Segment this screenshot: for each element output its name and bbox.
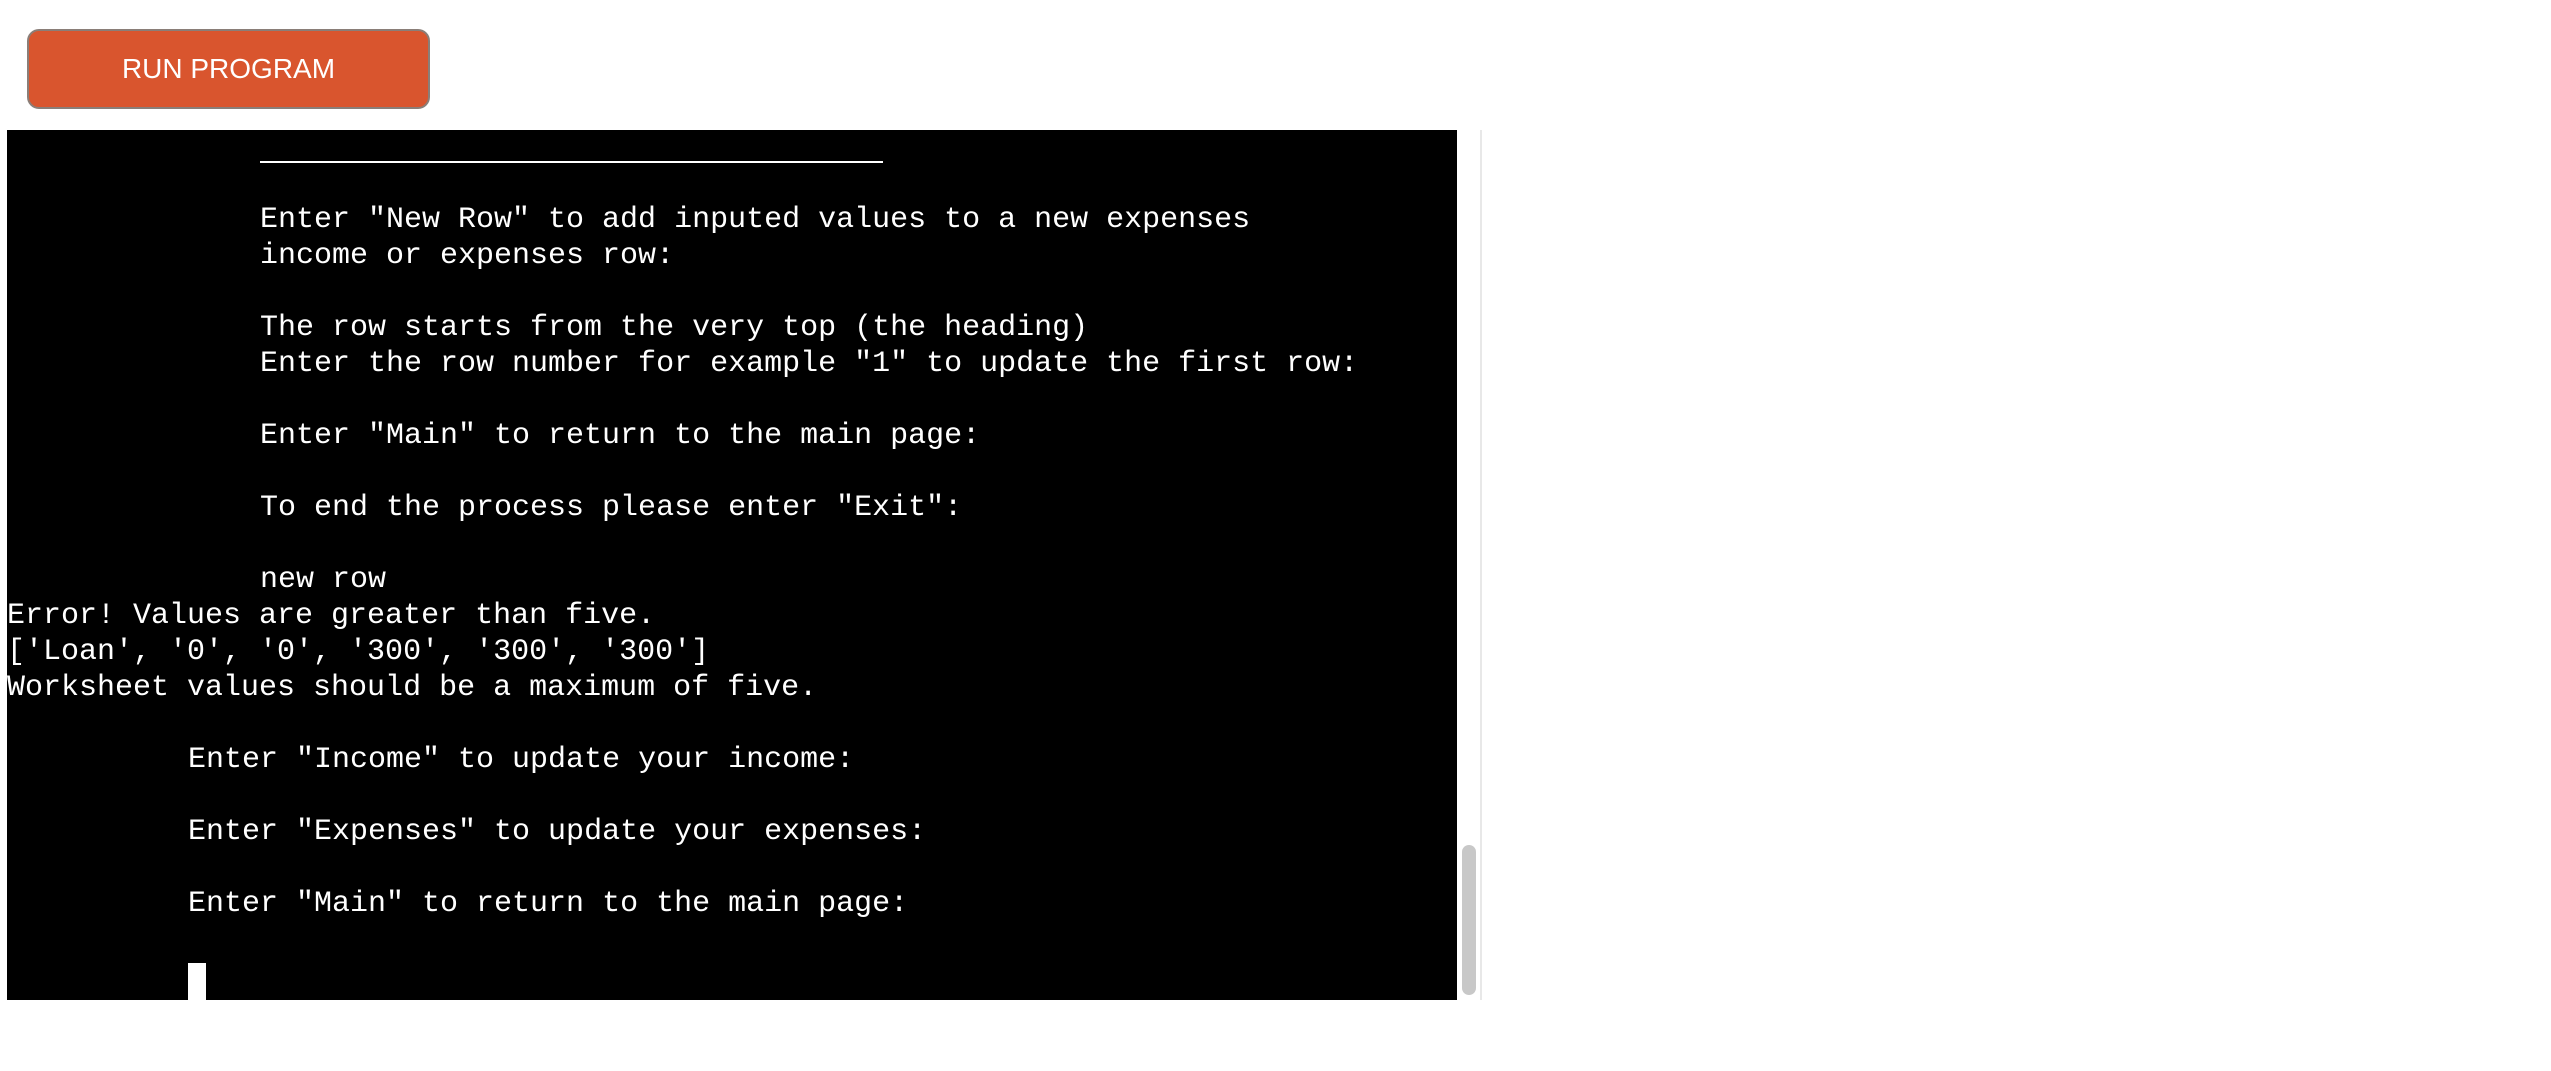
heading-divider	[260, 161, 883, 163]
user-input-echo: new row	[260, 563, 387, 597]
validation-message: Worksheet values should be a maximum of …	[7, 671, 818, 705]
error-message: Error! Values are greater than five.	[7, 599, 656, 633]
terminal-line: Enter "Expenses" to update your expenses…	[188, 815, 927, 849]
scrollbar-thumb[interactable]	[1462, 845, 1476, 995]
terminal-screen[interactable]: Enter "New Row" to add inputed values to…	[7, 130, 1457, 1000]
text-cursor[interactable]	[188, 963, 206, 1000]
terminal-frame: Enter "New Row" to add inputed values to…	[7, 130, 1482, 1000]
terminal-line: To end the process please enter "Exit":	[260, 491, 963, 525]
run-program-button[interactable]: RUN PROGRAM	[27, 29, 430, 109]
terminal-line: income or expenses row:	[260, 239, 675, 273]
terminal-line: Enter "Main" to return to the main page:	[188, 887, 909, 921]
row-values: ['Loan', '0', '0', '300', '300', '300']	[7, 635, 710, 669]
terminal-line: Enter "New Row" to add inputed values to…	[260, 203, 1251, 237]
terminal-line: Enter "Main" to return to the main page:	[260, 419, 981, 453]
terminal-line: Enter "Income" to update your income:	[188, 743, 855, 777]
terminal-line: The row starts from the very top (the he…	[260, 311, 1089, 345]
terminal-line: Enter the row number for example "1" to …	[260, 347, 1359, 381]
